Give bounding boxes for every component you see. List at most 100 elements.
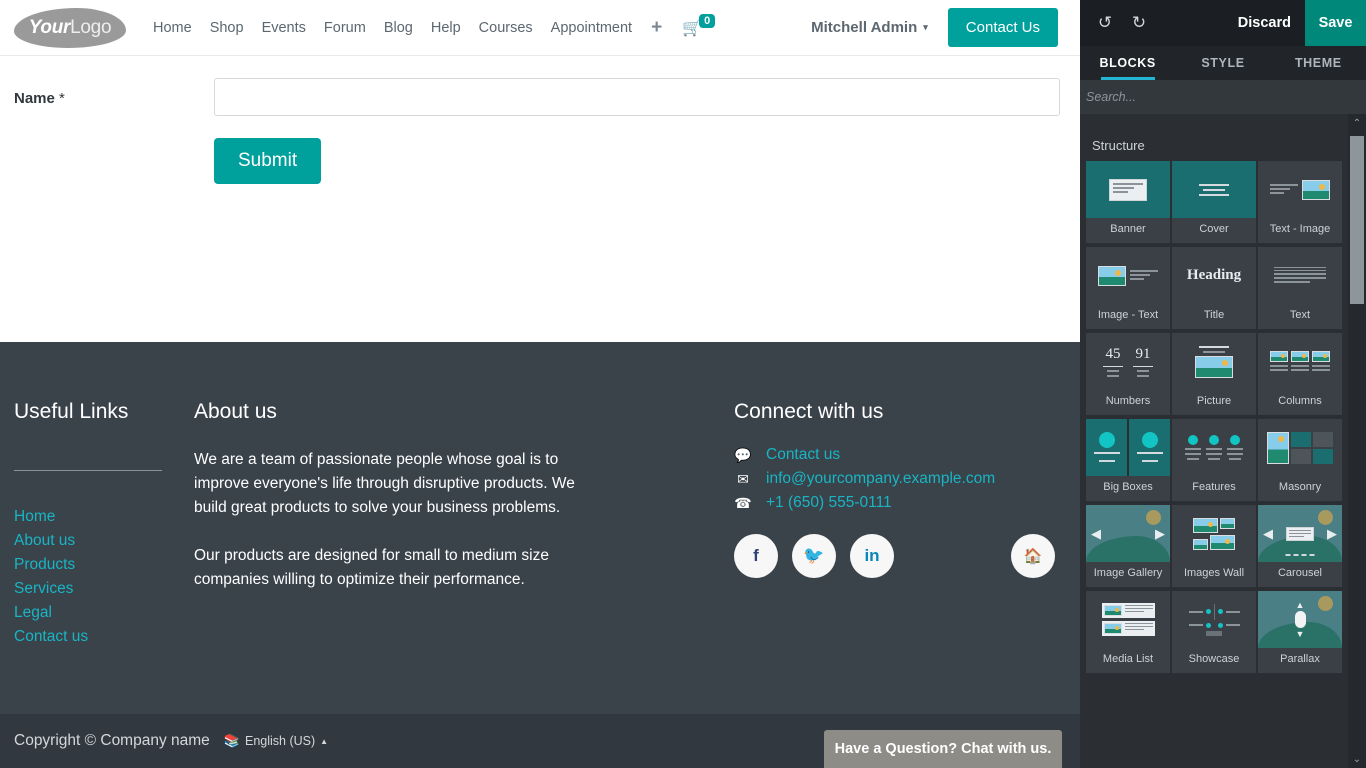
header-right-group: Mitchell Admin ▾ Contact Us (811, 8, 1066, 47)
chevron-right-icon: ▶ (1155, 525, 1165, 541)
livechat-button[interactable]: Have a Question? Chat with us. (824, 730, 1062, 768)
block-columns[interactable]: Columns (1258, 333, 1342, 415)
site-logo[interactable]: YourLogo (14, 7, 126, 48)
name-input[interactable] (214, 78, 1060, 116)
phone-icon: ☎ (734, 494, 752, 511)
footer-about-column: About us We are a team of passionate peo… (194, 400, 734, 649)
block-carousel[interactable]: ◀ ▶ Carousel (1258, 505, 1342, 587)
footer-link-contact-us[interactable]: Contact us (14, 625, 194, 649)
footer-about-heading: About us (194, 400, 277, 423)
twitter-icon[interactable]: 🐦 (792, 534, 836, 578)
user-menu[interactable]: Mitchell Admin ▾ (811, 19, 928, 36)
showcase-thumbnail (1172, 591, 1256, 648)
nav-item-appointment[interactable]: Appointment (542, 14, 641, 42)
nav-item-blog[interactable]: Blog (375, 14, 422, 42)
nav-item-forum[interactable]: Forum (315, 14, 375, 42)
big-boxes-thumbnail (1086, 419, 1170, 476)
footer-links-heading: Useful Links (14, 400, 129, 423)
facebook-icon[interactable]: f (734, 534, 778, 578)
search-input[interactable] (1086, 90, 1360, 104)
footer-link-services[interactable]: Services (14, 577, 194, 601)
image-gallery-thumbnail: ◀ ▶ (1086, 505, 1170, 562)
block-text[interactable]: Text (1258, 247, 1342, 329)
footer-link-products[interactable]: Products (14, 553, 194, 577)
footer-phone-link[interactable]: +1 (650) 555-0111 (766, 494, 892, 512)
footer-email-link[interactable]: info@yourcompany.example.com (766, 470, 995, 488)
block-label: Image - Text (1097, 309, 1159, 321)
title-thumb-text: Heading (1186, 267, 1242, 283)
media-list-thumbnail (1086, 591, 1170, 648)
chevron-right-icon: ▶ (1327, 525, 1337, 541)
block-masonry[interactable]: Masonry (1258, 419, 1342, 501)
tab-style[interactable]: STYLE (1175, 46, 1270, 80)
nav-item-courses[interactable]: Courses (470, 14, 542, 42)
cart-button[interactable]: 🛒 0 (672, 13, 721, 42)
screen-root: YourLogo Home Shop Events Forum Blog Hel… (0, 0, 1366, 768)
block-image-gallery[interactable]: ◀ ▶ Image Gallery (1086, 505, 1170, 587)
block-text-image[interactable]: Text - Image (1258, 161, 1342, 243)
cover-thumb-lines (1199, 183, 1229, 196)
scroll-down-icon[interactable]: ⌄ (1348, 750, 1366, 768)
banner-thumbnail (1086, 161, 1170, 218)
add-page-icon[interactable]: + (641, 14, 672, 41)
linkedin-icon[interactable]: in (850, 534, 894, 578)
footer-contact-us-link[interactable]: Contact us (766, 446, 840, 464)
redo-icon[interactable]: ↻ (1122, 6, 1156, 40)
block-title[interactable]: Heading Title (1172, 247, 1256, 329)
main-nav: Home Shop Events Forum Blog Help Courses… (144, 13, 721, 42)
block-label: Images Wall (1183, 567, 1245, 579)
footer-divider (14, 470, 162, 471)
block-showcase[interactable]: Showcase (1172, 591, 1256, 673)
numbers-thumb-value-1: 45 (1105, 346, 1121, 362)
undo-icon[interactable]: ↺ (1088, 6, 1122, 40)
footer-link-legal[interactable]: Legal (14, 601, 194, 625)
scrollbar-thumb[interactable] (1350, 136, 1364, 304)
language-label: English (US) (244, 734, 316, 748)
block-images-wall[interactable]: Images Wall (1172, 505, 1256, 587)
banner-thumb-card (1109, 178, 1147, 201)
block-parallax[interactable]: ▲ ▼ Parallax (1258, 591, 1342, 673)
nav-item-events[interactable]: Events (253, 14, 315, 42)
block-numbers[interactable]: 45 91 Numbers (1086, 333, 1170, 415)
chevron-down-icon: ▼ (1295, 629, 1305, 639)
block-image-text[interactable]: Image - Text (1086, 247, 1170, 329)
nav-item-shop[interactable]: Shop (201, 14, 253, 42)
tab-blocks[interactable]: BLOCKS (1080, 46, 1175, 80)
contact-us-button[interactable]: Contact Us (947, 8, 1058, 47)
images-wall-thumbnail (1172, 505, 1256, 562)
contact-row-email: ✉ info@yourcompany.example.com (734, 470, 1064, 488)
copyright-text: Copyright © Company name (14, 732, 210, 749)
footer-link-home[interactable]: Home (14, 505, 194, 529)
cart-count-badge: 0 (699, 13, 716, 28)
logo-bold-text: Your (28, 16, 71, 38)
nav-item-home[interactable]: Home (144, 14, 201, 42)
block-label: Masonry (1278, 481, 1322, 493)
save-button[interactable]: Save (1305, 0, 1366, 46)
block-features[interactable]: Features (1172, 419, 1256, 501)
comment-icon: 💬 (734, 446, 752, 463)
block-media-list[interactable]: Media List (1086, 591, 1170, 673)
block-label: Carousel (1277, 567, 1323, 579)
submit-button[interactable]: Submit (214, 138, 322, 184)
image-text-thumbnail (1086, 247, 1170, 304)
picture-thumbnail (1172, 333, 1256, 390)
discard-button[interactable]: Discard (1224, 15, 1305, 31)
block-picture[interactable]: Picture (1172, 333, 1256, 415)
nav-item-help[interactable]: Help (422, 14, 470, 42)
home-icon[interactable]: 🏠 (1011, 534, 1055, 578)
scroll-up-icon[interactable]: ⌃ (1348, 114, 1366, 132)
blocks-scrollbar[interactable]: ⌃ ⌄ (1348, 114, 1366, 768)
editor-toolbar: ↺ ↻ Discard Save (1080, 0, 1366, 46)
columns-thumbnail (1258, 333, 1342, 390)
name-field-label: Name * (14, 90, 65, 107)
title-thumbnail: Heading (1172, 247, 1256, 304)
block-cover[interactable]: Cover (1172, 161, 1256, 243)
language-selector[interactable]: 📚 English (US) ▲ (224, 733, 328, 749)
chevron-left-icon: ◀ (1263, 525, 1273, 541)
block-big-boxes[interactable]: Big Boxes (1086, 419, 1170, 501)
block-label: Columns (1278, 395, 1322, 407)
footer-link-about-us[interactable]: About us (14, 529, 194, 553)
block-banner[interactable]: Banner (1086, 161, 1170, 243)
chevron-down-icon: ▾ (923, 22, 928, 32)
tab-theme[interactable]: THEME (1271, 46, 1366, 80)
